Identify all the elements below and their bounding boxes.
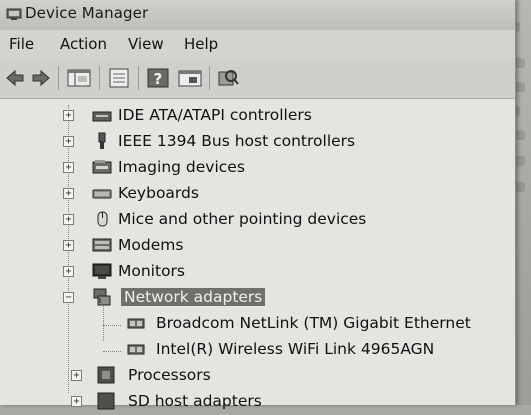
expand-icon[interactable]: + xyxy=(71,370,82,381)
toolbar-separator xyxy=(58,66,59,90)
tree-label: Monitors xyxy=(118,262,185,280)
processor-icon xyxy=(97,366,115,384)
expand-icon[interactable]: + xyxy=(63,110,74,121)
tree-node-ieee1394[interactable]: + IEEE 1394 Bus host controllers xyxy=(0,131,515,155)
toolbar-separator xyxy=(99,66,100,90)
tree-label: Mice and other pointing devices xyxy=(118,210,367,228)
expand-icon[interactable]: + xyxy=(71,396,82,407)
tree-node-intel-wireless[interactable]: Intel(R) Wireless WiFi Link 4965AGN xyxy=(0,339,515,363)
menu-bar: File Action View Help xyxy=(0,30,515,58)
expand-icon[interactable]: + xyxy=(63,136,74,147)
imaging-device-icon xyxy=(92,160,112,174)
back-icon[interactable] xyxy=(4,67,26,89)
sd-host-icon xyxy=(97,392,115,410)
show-hide-tree-icon[interactable] xyxy=(66,67,92,89)
expand-icon[interactable]: + xyxy=(63,188,74,199)
tree-label: Broadcom NetLink (TM) Gigabit Ethernet xyxy=(156,314,471,332)
tree-label: Keyboards xyxy=(118,184,199,202)
tree-label: IDE ATA/ATAPI controllers xyxy=(118,106,312,124)
window-title: Device Manager xyxy=(25,4,149,22)
tree-node-mice[interactable]: + Mice and other pointing devices xyxy=(0,209,515,233)
monitor-icon xyxy=(92,263,112,279)
expand-icon[interactable]: + xyxy=(63,214,74,225)
expand-icon[interactable]: + xyxy=(63,162,74,173)
tree-label: Modems xyxy=(118,236,184,254)
tree-node-keyboards[interactable]: + Keyboards xyxy=(0,183,515,207)
help-icon[interactable]: ? xyxy=(146,67,170,89)
toolbar-separator xyxy=(138,66,139,90)
svg-text:?: ? xyxy=(154,70,163,88)
device-manager-window: Device Manager File Action View Help ? +… xyxy=(0,0,516,410)
tree-node-sd-host[interactable]: + SD host adapters xyxy=(0,391,515,415)
expand-icon[interactable]: + xyxy=(63,240,74,251)
menu-view[interactable]: View xyxy=(128,35,164,53)
mouse-icon xyxy=(97,211,108,227)
update-driver-icon[interactable] xyxy=(177,67,203,89)
modem-icon xyxy=(92,238,112,252)
tree-node-processors[interactable]: + Processors xyxy=(0,365,515,389)
tree-label: Intel(R) Wireless WiFi Link 4965AGN xyxy=(156,340,435,358)
wireless-card-icon xyxy=(127,344,145,355)
ieee1394-icon xyxy=(98,132,106,149)
toolbar-separator xyxy=(209,66,210,90)
scan-hardware-icon[interactable] xyxy=(216,67,240,89)
menu-file[interactable]: File xyxy=(9,35,34,53)
menu-help[interactable]: Help xyxy=(184,35,218,53)
toolbar: ? xyxy=(0,58,515,99)
tree-label: IEEE 1394 Bus host controllers xyxy=(118,132,356,150)
collapse-icon[interactable]: − xyxy=(63,292,74,303)
tree-node-network-adapters[interactable]: − Network adapters xyxy=(0,287,515,311)
title-bar[interactable]: Device Manager xyxy=(0,0,515,30)
tree-node-ide[interactable]: + IDE ATA/ATAPI controllers xyxy=(0,105,515,129)
tree-label: SD host adapters xyxy=(128,392,262,410)
device-manager-app-icon xyxy=(6,8,22,20)
keyboard-icon xyxy=(92,189,112,199)
tree-node-modems[interactable]: + Modems xyxy=(0,235,515,259)
device-tree: + IDE ATA/ATAPI controllers + IEEE 1394 … xyxy=(0,99,515,410)
tree-node-monitors[interactable]: + Monitors xyxy=(0,261,515,285)
tree-node-imaging[interactable]: + Imaging devices xyxy=(0,157,515,181)
ide-controller-icon xyxy=(92,111,112,122)
tree-label: Processors xyxy=(128,366,211,384)
network-card-icon xyxy=(127,318,145,329)
tree-node-broadcom[interactable]: Broadcom NetLink (TM) Gigabit Ethernet xyxy=(0,313,515,337)
expand-icon[interactable]: + xyxy=(63,266,74,277)
menu-action[interactable]: Action xyxy=(60,35,107,53)
forward-icon[interactable] xyxy=(30,67,52,89)
tree-label: Imaging devices xyxy=(118,158,245,176)
properties-icon[interactable] xyxy=(106,67,132,89)
tree-label-selected: Network adapters xyxy=(121,288,266,306)
network-adapter-icon xyxy=(93,288,111,306)
